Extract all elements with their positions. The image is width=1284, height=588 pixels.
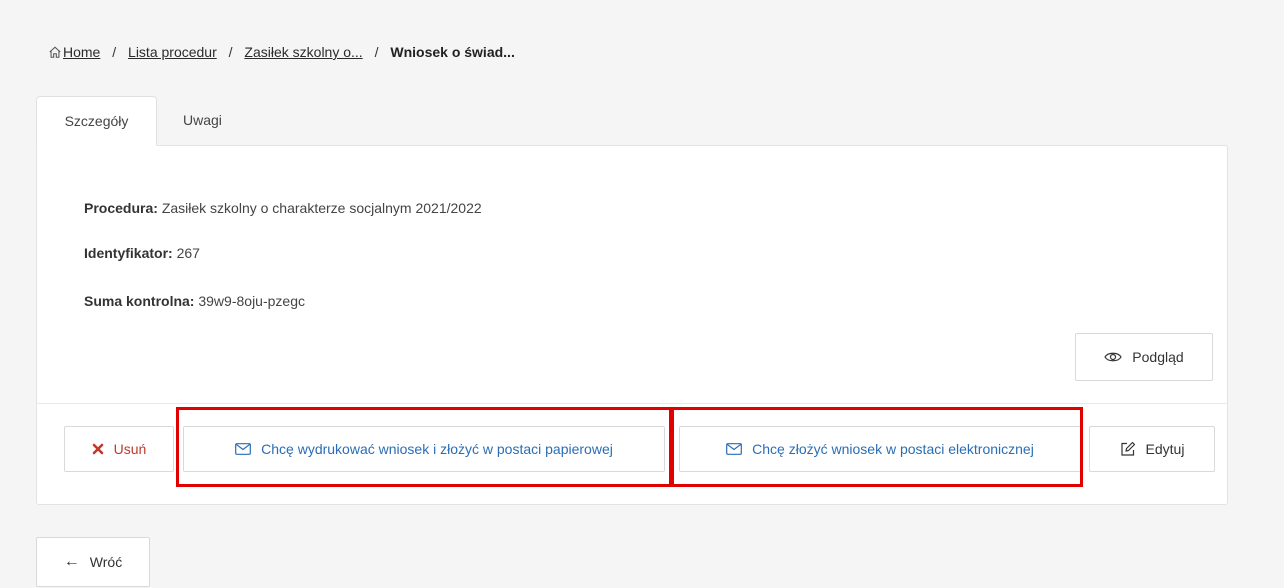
x-icon — [92, 443, 103, 455]
breadcrumb-separator: / — [374, 44, 379, 60]
edit-button[interactable]: Edytuj — [1089, 426, 1215, 472]
print-and-submit-paper-label: Chcę wydrukować wniosek i złożyć w posta… — [261, 441, 613, 457]
edit-label: Edytuj — [1145, 441, 1185, 457]
submit-electronic-label: Chcę złożyć wniosek w postaci elektronic… — [752, 441, 1034, 457]
pencil-square-icon — [1120, 441, 1135, 456]
envelope-icon — [726, 443, 743, 455]
breadcrumb-home-link[interactable]: Home — [63, 44, 100, 60]
submit-electronic-button[interactable]: Chcę złożyć wniosek w postaci elektronic… — [679, 426, 1081, 472]
checksum-field: Suma kontrolna: 39w9-8oju-pzegc — [84, 293, 305, 309]
identifier-value: 267 — [176, 245, 200, 261]
breadcrumb-separator: / — [228, 44, 233, 60]
tab-bar: Szczegóły Uwagi — [36, 96, 246, 146]
print-and-submit-paper-button[interactable]: Chcę wydrukować wniosek i złożyć w posta… — [183, 426, 665, 472]
arrow-left-icon: ← — [63, 553, 80, 570]
procedure-label: Procedura: — [84, 200, 158, 216]
preview-button[interactable]: Podgląd — [1075, 333, 1213, 381]
divider — [37, 403, 1227, 404]
back-button[interactable]: ← Wróć — [36, 537, 150, 587]
checksum-value: 39w9-8oju-pzegc — [198, 293, 305, 309]
home-icon — [49, 46, 61, 58]
details-card: Procedura: Zasiłek szkolny o charakterze… — [36, 145, 1228, 505]
breadcrumb: Home / Lista procedur / Zasiłek szkolny … — [48, 44, 515, 60]
procedure-value: Zasiłek szkolny o charakterze socjalnym … — [161, 200, 482, 216]
procedure-field: Procedura: Zasiłek szkolny o charakterze… — [84, 200, 482, 216]
preview-label: Podgląd — [1132, 349, 1184, 365]
back-label: Wróć — [89, 554, 123, 570]
breadcrumb-separator: / — [112, 44, 117, 60]
breadcrumb-procedures-link[interactable]: Lista procedur — [128, 44, 217, 60]
identifier-field: Identyfikator: 267 — [84, 245, 200, 261]
envelope-icon — [235, 443, 252, 455]
breadcrumb-current: Wniosek o świad... — [390, 44, 515, 60]
delete-button[interactable]: Usuń — [64, 426, 174, 472]
checksum-label: Suma kontrolna: — [84, 293, 195, 309]
tab-notes[interactable]: Uwagi — [157, 96, 246, 145]
eye-icon — [1104, 352, 1122, 362]
delete-label: Usuń — [113, 441, 147, 457]
breadcrumb-procedure-link[interactable]: Zasiłek szkolny o... — [244, 44, 362, 60]
tab-details[interactable]: Szczegóły — [36, 96, 157, 146]
identifier-label: Identyfikator: — [84, 245, 173, 261]
